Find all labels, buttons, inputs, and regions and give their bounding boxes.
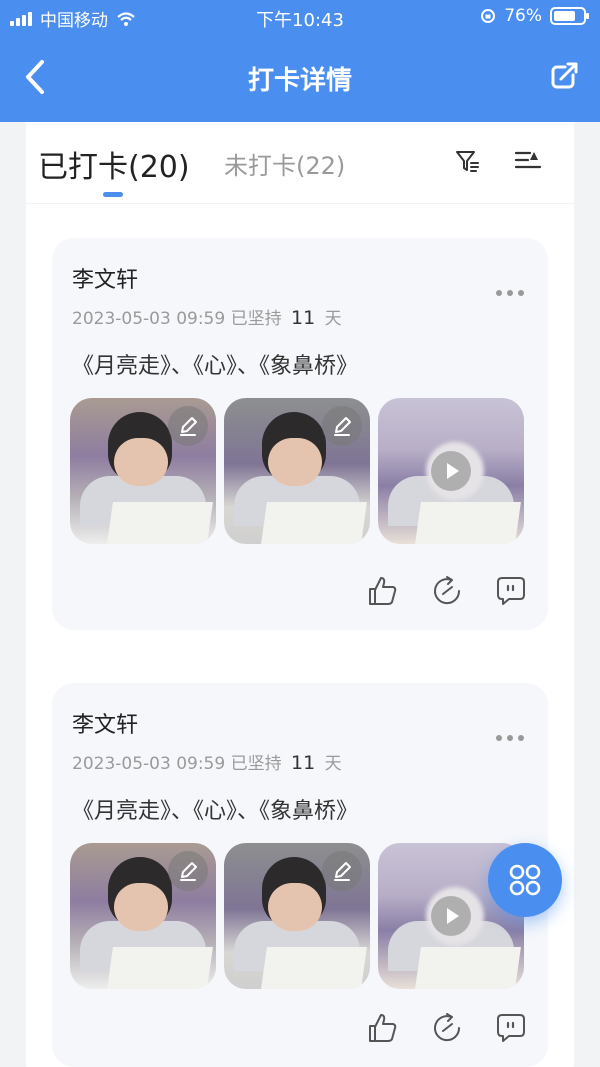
checkin-card: 李文轩 2023-05-03 09:59 已坚持 11 天 《月亮走》、《心》、…	[52, 238, 548, 630]
persist-days: 11	[291, 307, 316, 329]
like-icon[interactable]	[366, 1011, 400, 1045]
persist-label: 已坚持	[230, 754, 282, 774]
page-title: 打卡详情	[247, 66, 352, 96]
comment-icon[interactable]	[494, 574, 528, 608]
checkin-date: 2023-05-03 09:59	[72, 309, 226, 329]
nav-bar: 打卡详情	[0, 42, 600, 112]
play-icon[interactable]	[431, 896, 471, 936]
edit-icon[interactable]	[168, 406, 208, 446]
checkin-content: 《月亮走》、《心》、《象鼻桥》	[72, 799, 359, 824]
checkin-card: 李文轩 2023-05-03 09:59 已坚持 11 天 《月亮走》、《心》、…	[52, 683, 548, 1067]
app-header: 中国移动 下午10:43 76% 打卡详情	[0, 0, 600, 122]
photo-thumbnail[interactable]	[70, 398, 216, 544]
card-actions	[366, 1011, 528, 1045]
checkin-meta: 2023-05-03 09:59 已坚持 11 天	[72, 749, 342, 774]
checkin-content: 《月亮走》、《心》、《象鼻桥》	[72, 354, 359, 379]
checkin-date: 2023-05-03 09:59	[72, 754, 226, 774]
repost-icon[interactable]	[430, 574, 464, 608]
tab-bar: 已打卡(20) 未打卡(22)	[26, 122, 574, 204]
battery-percent: 76%	[504, 6, 542, 26]
checkin-meta: 2023-05-03 09:59 已坚持 11 天	[72, 304, 342, 329]
edit-icon[interactable]	[168, 851, 208, 891]
tab-checked-in[interactable]: 已打卡(20)	[38, 142, 190, 186]
video-thumbnail[interactable]	[378, 398, 524, 544]
days-unit: 天	[324, 754, 342, 774]
persist-label: 已坚持	[230, 309, 282, 329]
media-gallery	[70, 398, 524, 544]
edit-icon[interactable]	[322, 851, 362, 891]
tab-indicator	[103, 192, 123, 197]
photo-thumbnail[interactable]	[224, 843, 370, 989]
card-actions	[366, 574, 528, 608]
status-bar: 中国移动 下午10:43 76%	[0, 0, 600, 34]
student-name: 李文轩	[72, 268, 139, 293]
repost-icon[interactable]	[430, 1011, 464, 1045]
rotation-lock-icon	[481, 9, 496, 23]
menu-fab-button[interactable]	[488, 843, 562, 917]
persist-days: 11	[291, 752, 316, 774]
photo-thumbnail[interactable]	[70, 843, 216, 989]
photo-thumbnail[interactable]	[224, 398, 370, 544]
battery-icon	[550, 7, 589, 25]
share-icon[interactable]	[548, 58, 582, 92]
tab-not-checked-in[interactable]: 未打卡(22)	[224, 146, 345, 181]
grid-menu-icon	[509, 864, 541, 896]
edit-icon[interactable]	[322, 406, 362, 446]
student-name: 李文轩	[72, 713, 139, 738]
media-gallery	[70, 843, 524, 989]
days-unit: 天	[324, 309, 342, 329]
more-icon[interactable]	[496, 290, 524, 296]
play-icon[interactable]	[431, 451, 471, 491]
filter-icon[interactable]	[454, 148, 480, 174]
like-icon[interactable]	[366, 574, 400, 608]
sort-icon[interactable]	[514, 148, 542, 174]
more-icon[interactable]	[496, 735, 524, 741]
comment-icon[interactable]	[494, 1011, 528, 1045]
